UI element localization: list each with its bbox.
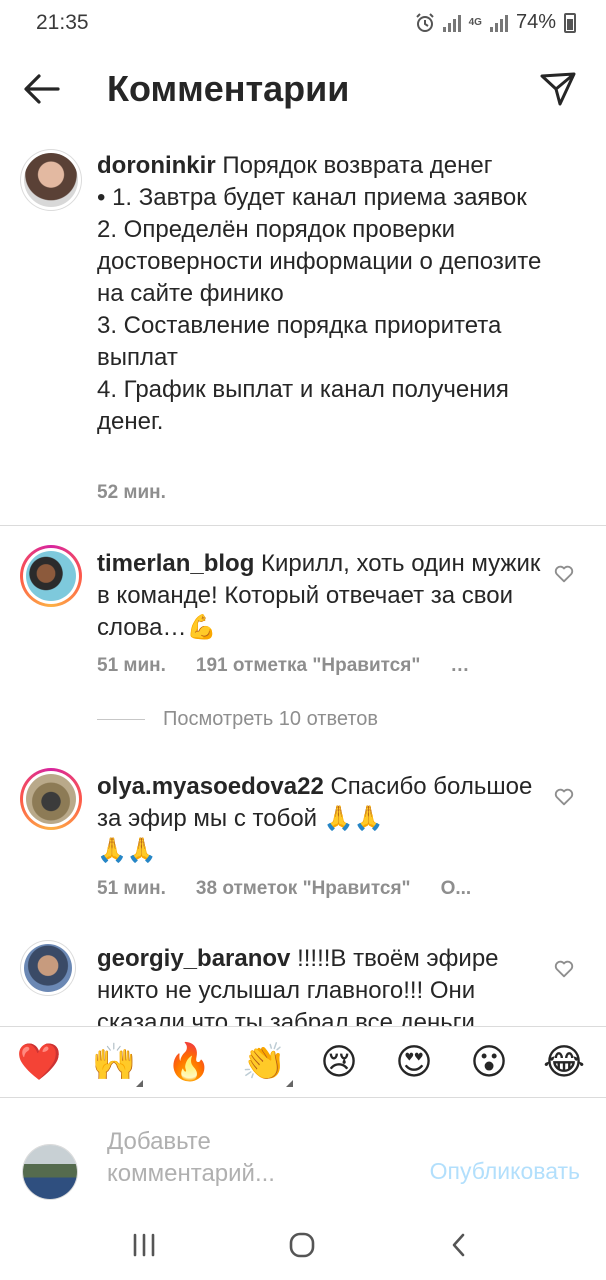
comment-item: georgiy_baranov !!!!!В твоём эфире никто… [0, 938, 606, 1026]
comment-time: 51 мин. [97, 878, 166, 899]
signal-icon-2 [489, 14, 508, 32]
emoji-raising-hands[interactable]: 🙌 [91, 1039, 143, 1087]
status-icons: 4G 74% [415, 11, 576, 34]
avatar [22, 1144, 78, 1200]
paper-plane-icon[interactable] [538, 68, 578, 108]
emoji-heart-eyes[interactable]: 😍 [391, 1039, 437, 1085]
home-icon[interactable] [282, 1228, 322, 1262]
chevron-left-icon[interactable] [440, 1228, 480, 1262]
comment-text: georgiy_baranov !!!!!В твоём эфире никто… [97, 943, 547, 1026]
comment-input[interactable]: Добавьте комментарий... [107, 1126, 367, 1190]
heart-outline-icon[interactable] [553, 786, 575, 808]
battery-percent: 74% [515, 11, 556, 33]
skin-tone-indicator [136, 1080, 143, 1087]
comment-composer: Добавьте комментарий... Опубликовать [0, 1098, 606, 1210]
comment-username[interactable]: timerlan_blog [97, 550, 254, 577]
comment-likes[interactable]: 38 отметок "Нравится" [196, 878, 411, 900]
avatar[interactable] [20, 149, 82, 211]
avatar[interactable] [20, 940, 76, 996]
alarm-icon [415, 12, 434, 32]
emoji-clapping[interactable]: 👏 [241, 1039, 293, 1087]
view-replies-label[interactable]: Посмотреть 10 ответов [163, 708, 378, 731]
caption-body: Порядок возврата денег • 1. Завтра будет… [97, 152, 542, 435]
comment-text: timerlan_blog Кирилл, хоть один мужик в … [97, 548, 547, 644]
divider [0, 525, 606, 526]
page-title: Комментарии [107, 68, 350, 109]
caption-text: doroninkir Порядок возврата денег • 1. З… [97, 150, 547, 438]
comment-username[interactable]: georgiy_baranov [97, 945, 290, 972]
view-replies[interactable]: Посмотреть 10 ответов [97, 708, 378, 731]
comment-more[interactable]: О... [441, 878, 472, 900]
comment-time: 51 мин. [97, 655, 166, 676]
comment-likes[interactable]: 191 отметка "Нравится" [196, 655, 420, 677]
emoji-reaction-bar: ❤️ 🙌 🔥 👏 😢 😍 😮 😂 [0, 1026, 606, 1098]
avatar[interactable] [20, 545, 82, 607]
network-type: 4G [468, 17, 482, 28]
reply-line [97, 719, 145, 720]
heart-outline-icon[interactable] [553, 563, 575, 585]
comment-meta: 51 мин. 191 отметка "Нравится" … [97, 655, 469, 677]
emoji-fire[interactable]: 🔥 [166, 1039, 212, 1085]
emoji-heart[interactable]: ❤️ [16, 1039, 62, 1085]
caption-username[interactable]: doroninkir [97, 152, 216, 179]
emoji-clapping-glyph: 👏 [241, 1041, 287, 1082]
recent-apps-icon[interactable] [124, 1228, 164, 1262]
comment-more[interactable]: … [450, 655, 469, 677]
header: Комментарии [0, 56, 606, 122]
caption-meta: 52 мин. [97, 482, 166, 504]
comment-meta: 51 мин. 38 отметок "Нравится" О... [97, 878, 471, 900]
emoji-laughing[interactable]: 😂 [541, 1039, 587, 1085]
battery-icon [564, 12, 576, 33]
comment-username[interactable]: olya.myasoedova22 [97, 773, 324, 800]
status-time: 21:35 [36, 11, 89, 34]
signal-icon [442, 14, 461, 32]
emoji-surprised[interactable]: 😮 [466, 1039, 512, 1085]
emoji-crying[interactable]: 😢 [316, 1039, 362, 1085]
caption-time: 52 мин. [97, 482, 166, 503]
arrow-left-icon[interactable] [22, 70, 62, 108]
emoji-raising-hands-glyph: 🙌 [91, 1041, 137, 1082]
publish-button[interactable]: Опубликовать [430, 1158, 580, 1185]
system-nav-bar [0, 1210, 606, 1280]
heart-outline-icon[interactable] [553, 958, 575, 980]
status-bar: 21:35 4G 74% [0, 0, 606, 46]
comment-text: olya.myasoedova22 Спасибо большое за эфи… [97, 771, 547, 867]
avatar[interactable] [20, 768, 82, 830]
skin-tone-indicator [286, 1080, 293, 1087]
